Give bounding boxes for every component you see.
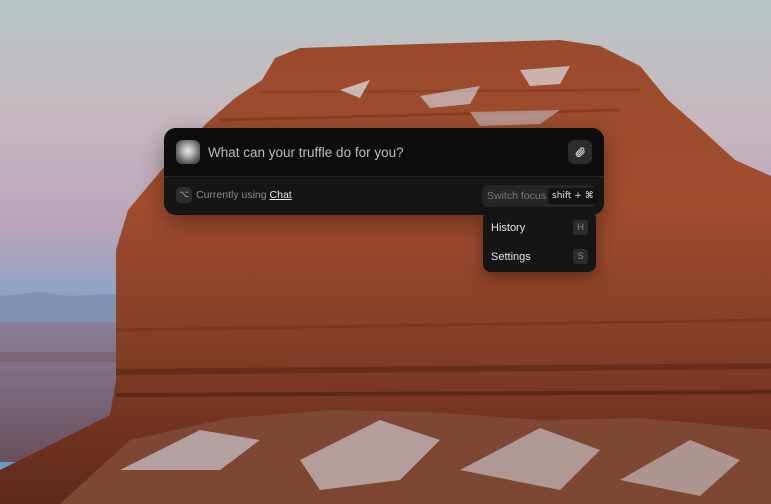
current-mode-link[interactable]: Chat: [270, 189, 292, 201]
menu-item-shortcut: S: [573, 249, 588, 264]
current-mode-prefix: Currently using: [196, 189, 267, 201]
option-key-icon: ⌥: [176, 187, 192, 203]
truffle-orb-icon: [176, 140, 200, 164]
current-mode-text: Currently using Chat: [196, 189, 292, 201]
status-bar: ⌥ Currently using Chat Switch focus shif…: [164, 176, 604, 215]
paperclip-icon: [575, 147, 586, 158]
focus-menu: History H Settings S: [483, 211, 596, 272]
menu-item-shortcut: H: [573, 220, 588, 235]
command-palette: ⌥ Currently using Chat Switch focus shif…: [164, 128, 604, 215]
switch-focus-button[interactable]: Switch focus shift + ⌘: [482, 185, 598, 207]
switch-focus-label: Switch focus: [487, 190, 546, 202]
switch-focus-shortcut: shift + ⌘: [548, 188, 598, 204]
menu-item-settings[interactable]: Settings S: [487, 244, 592, 270]
menu-item-history[interactable]: History H: [487, 215, 592, 241]
prompt-row: [164, 128, 604, 176]
desert-mesa-wallpaper: [0, 0, 771, 504]
prompt-input[interactable]: [208, 141, 548, 163]
attach-button[interactable]: [568, 140, 592, 164]
menu-item-label: History: [491, 222, 526, 234]
menu-item-label: Settings: [491, 251, 531, 263]
